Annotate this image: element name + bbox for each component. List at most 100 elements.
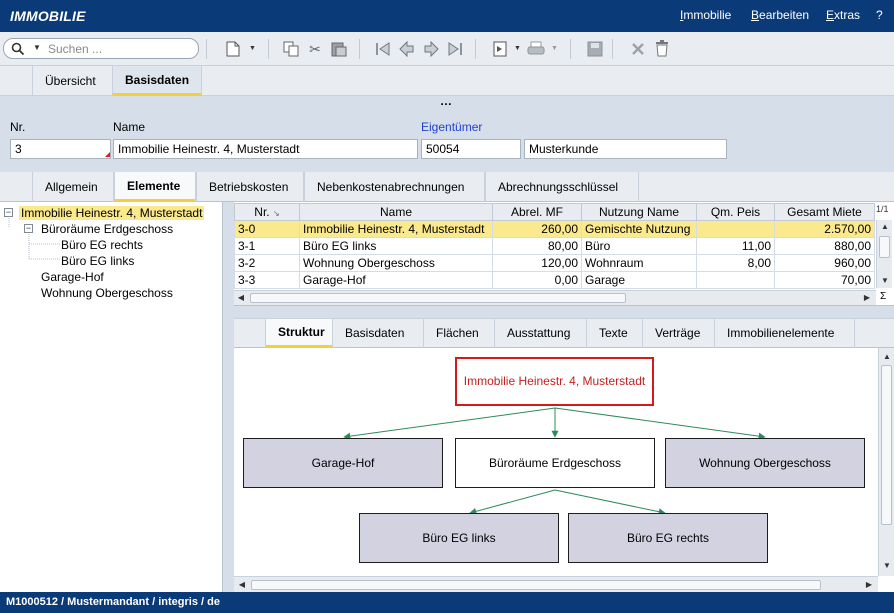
table-horizontal-scrollbar[interactable]: ◀ ▶ (234, 290, 876, 305)
tab-flaechen[interactable]: Flächen (424, 319, 495, 348)
previous-record-icon[interactable] (399, 41, 415, 57)
scroll-up-icon[interactable]: ▲ (878, 220, 892, 234)
menu-bearbeiten[interactable]: Bearbeiten (751, 8, 809, 22)
table-row[interactable]: 3-0 Immobilie Heinestr. 4, Musterstadt 2… (234, 220, 875, 238)
detail-tabs: Struktur Basisdaten Flächen Ausstattung … (234, 318, 894, 348)
tab-nebenkostenabrechnungen[interactable]: Nebenkostenabrechnungen (304, 172, 485, 202)
tab-elemente[interactable]: Elemente (114, 172, 196, 202)
first-record-icon[interactable] (375, 41, 391, 57)
cut-icon[interactable]: ✂ (306, 40, 324, 58)
print-dropdown-icon[interactable]: ▼ (551, 45, 558, 52)
diagram-horizontal-scrollbar[interactable]: ◀ ▶ (234, 576, 878, 592)
tab-vertraege[interactable]: Verträge (643, 319, 715, 348)
scroll-thumb[interactable] (881, 365, 892, 525)
tree-item-buero-eg-links[interactable]: Büro EG links (61, 253, 134, 269)
tree-item-wohnung[interactable]: Wohnung Obergeschoss (41, 285, 173, 301)
diagram-node-buero-eg-rechts[interactable]: Büro EG rechts (568, 513, 768, 563)
menu-extras[interactable]: Extras (826, 8, 860, 22)
paste-icon[interactable] (331, 41, 347, 57)
search-box[interactable]: ▼ (3, 38, 199, 59)
top-tabs: Übersicht Basisdaten (0, 66, 894, 96)
report-dropdown-icon[interactable]: ▼ (514, 45, 521, 52)
diagram-node-buero-eg-links[interactable]: Büro EG links (359, 513, 559, 563)
tree-item-buero-eg-rechts[interactable]: Büro EG rechts (61, 237, 143, 253)
cancel-icon[interactable] (631, 42, 645, 56)
nr-field[interactable]: 3 (10, 139, 111, 159)
scroll-thumb[interactable] (250, 293, 626, 303)
table-row[interactable]: 3-3 Garage-Hof 0,00 Garage 70,00 (234, 271, 875, 289)
scroll-up-icon[interactable]: ▲ (880, 350, 894, 364)
owner-name-field[interactable]: Musterkunde (524, 139, 727, 159)
cell-nutzung: Garage (581, 271, 697, 289)
report-icon[interactable] (493, 41, 507, 57)
diagram-node-bueroraeume[interactable]: Büroräume Erdgeschoss (455, 438, 655, 488)
tab-detail-basisdaten[interactable]: Basisdaten (333, 319, 424, 348)
new-document-icon[interactable] (226, 41, 240, 57)
last-record-icon[interactable] (447, 41, 463, 57)
tree-item-bueroraeume[interactable]: Büroräume Erdgeschoss (41, 221, 173, 237)
tree-item-garage-hof[interactable]: Garage-Hof (41, 269, 104, 285)
scroll-down-icon[interactable]: ▼ (880, 559, 894, 573)
scroll-right-icon[interactable]: ▶ (862, 578, 876, 592)
scroll-thumb[interactable] (879, 236, 890, 258)
element-tree: − Immobilie Heinestr. 4, Musterstadt − B… (0, 202, 223, 592)
copy-icon[interactable] (283, 41, 299, 57)
structure-diagram: Immobilie Heinestr. 4, Musterstadt Garag… (234, 348, 894, 592)
diagram-node-garage-hof[interactable]: Garage-Hof (243, 438, 443, 488)
cell-nr: 3-1 (234, 237, 300, 255)
column-header-gesamt-miete[interactable]: Gesamt Miete (774, 203, 875, 221)
tree-collapse-root-icon[interactable]: − (4, 208, 13, 217)
cell-abrel-mf: 80,00 (492, 237, 582, 255)
tab-struktur[interactable]: Struktur (265, 319, 333, 348)
menu-help[interactable]: ? (876, 8, 883, 22)
toolbar-separator (206, 39, 207, 59)
scroll-left-icon[interactable]: ◀ (235, 578, 249, 592)
table-vertical-scrollbar[interactable]: ▲ ▼ (876, 220, 892, 288)
print-icon[interactable] (527, 41, 545, 57)
nr-label: Nr. (10, 120, 26, 134)
diagram-vertical-scrollbar[interactable]: ▲ ▼ (878, 348, 894, 576)
table-row[interactable]: 3-1 Büro EG links 80,00 Büro 11,00 880,0… (234, 237, 875, 255)
scroll-thumb[interactable] (251, 580, 821, 590)
scroll-down-icon[interactable]: ▼ (878, 274, 892, 288)
tree-collapse-child-icon[interactable]: − (24, 224, 33, 233)
owner-link[interactable]: Eigentümer (421, 120, 482, 134)
delete-icon[interactable] (655, 40, 669, 57)
tab-ausstattung[interactable]: Ausstattung (495, 319, 587, 348)
cell-gesamt-miete: 2.570,00 (774, 220, 875, 238)
new-dropdown-icon[interactable]: ▼ (249, 45, 256, 52)
search-dropdown-icon[interactable]: ▼ (33, 43, 41, 52)
tree-item-root[interactable]: Immobilie Heinestr. 4, Musterstadt (19, 205, 205, 221)
collapse-handle-icon[interactable]: … (440, 94, 452, 108)
diagram-node-wohnung[interactable]: Wohnung Obergeschoss (665, 438, 865, 488)
tab-allgemein[interactable]: Allgemein (32, 172, 114, 202)
tab-immobilienelemente[interactable]: Immobilienelemente (715, 319, 855, 348)
tab-texte[interactable]: Texte (587, 319, 643, 348)
column-header-qm-preis[interactable]: Qm. Peis (696, 203, 775, 221)
search-input[interactable] (48, 41, 194, 56)
toolbar-separator (268, 39, 269, 59)
search-icon[interactable] (11, 42, 25, 56)
sum-icon[interactable]: Σ (880, 291, 886, 302)
column-header-abrel-mf[interactable]: Abrel. MF (492, 203, 582, 221)
save-icon[interactable] (587, 41, 603, 57)
toolbar-separator (359, 39, 360, 59)
cell-nr: 3-2 (234, 254, 300, 272)
tab-uebersicht[interactable]: Übersicht (32, 66, 112, 96)
tab-betriebskosten[interactable]: Betriebskosten (196, 172, 304, 202)
section-tabs: Allgemein Elemente Betriebskosten Nebenk… (0, 172, 894, 202)
next-record-icon[interactable] (423, 41, 439, 57)
column-header-nutzung[interactable]: Nutzung Name (581, 203, 697, 221)
owner-id-field[interactable]: 50054 (421, 139, 521, 159)
scroll-right-icon[interactable]: ▶ (860, 291, 874, 305)
cell-abrel-mf: 0,00 (492, 271, 582, 289)
column-header-name[interactable]: Name (299, 203, 493, 221)
column-header-nr[interactable]: Nr. ↘ (234, 203, 300, 221)
tab-basisdaten[interactable]: Basisdaten (112, 66, 202, 96)
scroll-left-icon[interactable]: ◀ (234, 291, 248, 305)
menu-immobilie[interactable]: Immobilie (680, 8, 731, 22)
tab-abrechnungsschluessel[interactable]: Abrechnungsschlüssel (485, 172, 639, 202)
diagram-node-root[interactable]: Immobilie Heinestr. 4, Musterstadt (455, 357, 654, 406)
table-row[interactable]: 3-2 Wohnung Obergeschoss 120,00 Wohnraum… (234, 254, 875, 272)
name-field[interactable]: Immobilie Heinestr. 4, Musterstadt (113, 139, 418, 159)
